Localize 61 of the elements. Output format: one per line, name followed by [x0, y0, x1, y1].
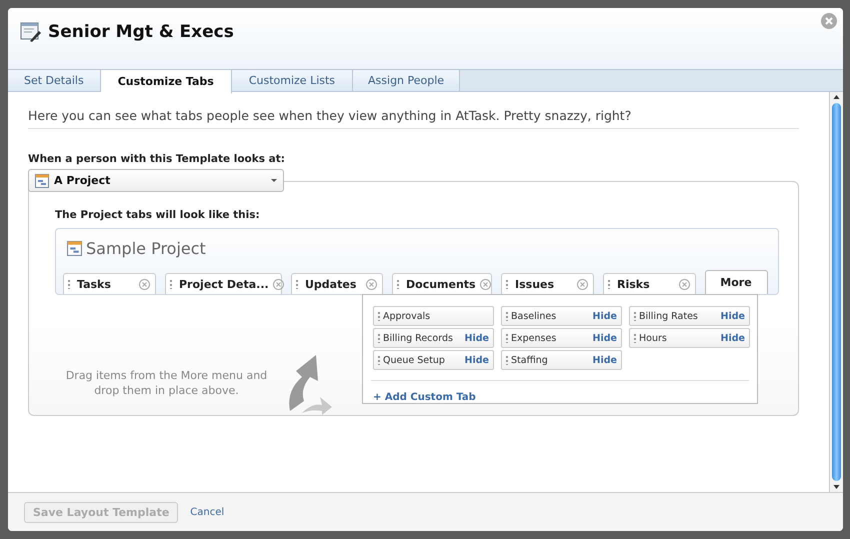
object-select[interactable]: A Project: [28, 169, 284, 192]
preview-tab[interactable]: Issues: [501, 273, 594, 294]
tab-label: Project Deta...: [179, 278, 269, 290]
intro-text: Here you can see what tabs people see when they view anything in AtTask. Pretty snazzy, right?: [28, 108, 799, 129]
menu-item[interactable]: Approvals: [373, 306, 494, 326]
remove-icon[interactable]: [272, 278, 284, 290]
remove-icon[interactable]: [679, 278, 690, 290]
project-icon: [35, 174, 49, 188]
menu-item[interactable]: Billing Rates Hide: [629, 306, 750, 326]
hide-link[interactable]: Hide: [720, 332, 745, 344]
scrollbar[interactable]: [829, 92, 843, 492]
project-icon: [67, 241, 82, 256]
preview-tab[interactable]: Project Deta...: [165, 273, 282, 294]
item-label: Approvals: [383, 310, 432, 322]
menu-item[interactable]: Billing Records Hide: [373, 328, 494, 348]
menu-item[interactable]: Baselines Hide: [501, 306, 622, 326]
preview-tab[interactable]: Risks: [603, 273, 696, 294]
tab-label: Issues: [515, 278, 556, 290]
close-icon[interactable]: [821, 13, 837, 29]
more-tab[interactable]: More: [705, 270, 768, 294]
remove-icon[interactable]: [366, 278, 377, 290]
hide-link[interactable]: Hide: [592, 310, 617, 322]
remove-icon[interactable]: [480, 278, 491, 290]
menu-item[interactable]: Queue Setup Hide: [373, 350, 494, 370]
window-title: Senior Mgt & Execs: [48, 22, 234, 42]
menu-item[interactable]: Expenses Hide: [501, 328, 622, 348]
add-custom-tab-link[interactable]: + Add Custom Tab: [373, 392, 476, 403]
preview-tab[interactable]: Documents: [392, 273, 492, 294]
tab[interactable]: Customize Tabs: [100, 70, 232, 94]
tab-label: Documents: [406, 278, 476, 290]
preview-tab[interactable]: Updates: [291, 273, 383, 294]
select-label: When a person with this Template looks at:: [28, 153, 286, 165]
hide-link[interactable]: Hide: [464, 354, 489, 366]
item-label: Expenses: [511, 332, 558, 344]
template-icon: [20, 20, 42, 42]
tab[interactable]: Assign People: [353, 70, 460, 91]
hide-link[interactable]: Hide: [720, 310, 745, 322]
remove-icon[interactable]: [577, 278, 588, 290]
item-label: Queue Setup: [383, 354, 446, 366]
item-label: Staffing: [511, 354, 549, 366]
menu-item[interactable]: Hours Hide: [629, 328, 750, 348]
item-label: Billing Records: [383, 332, 454, 344]
hide-link[interactable]: Hide: [592, 332, 617, 344]
menu-item[interactable]: Staffing Hide: [501, 350, 622, 370]
hide-link[interactable]: Hide: [592, 354, 617, 366]
preview-tab[interactable]: Tasks: [63, 273, 156, 294]
remove-icon[interactable]: [139, 278, 150, 290]
caret-icon: [271, 179, 277, 182]
item-label: Hours: [639, 332, 668, 344]
item-label: Billing Rates: [639, 310, 699, 322]
drag-hint: Drag items from the More menu and drop them in place above.: [64, 368, 268, 398]
hide-link[interactable]: Hide: [464, 332, 489, 344]
tab-label: Tasks: [77, 278, 112, 290]
tab[interactable]: Customize Lists: [232, 70, 354, 91]
item-label: Baselines: [511, 310, 558, 322]
tab-label: Updates: [305, 278, 358, 290]
tab[interactable]: Set Details: [8, 70, 101, 91]
preview-heading: The Project tabs will look like this:: [55, 209, 261, 221]
sample-title: Sample Project: [86, 239, 206, 258]
tab-label: Risks: [617, 278, 651, 290]
cancel-link[interactable]: Cancel: [190, 506, 224, 518]
